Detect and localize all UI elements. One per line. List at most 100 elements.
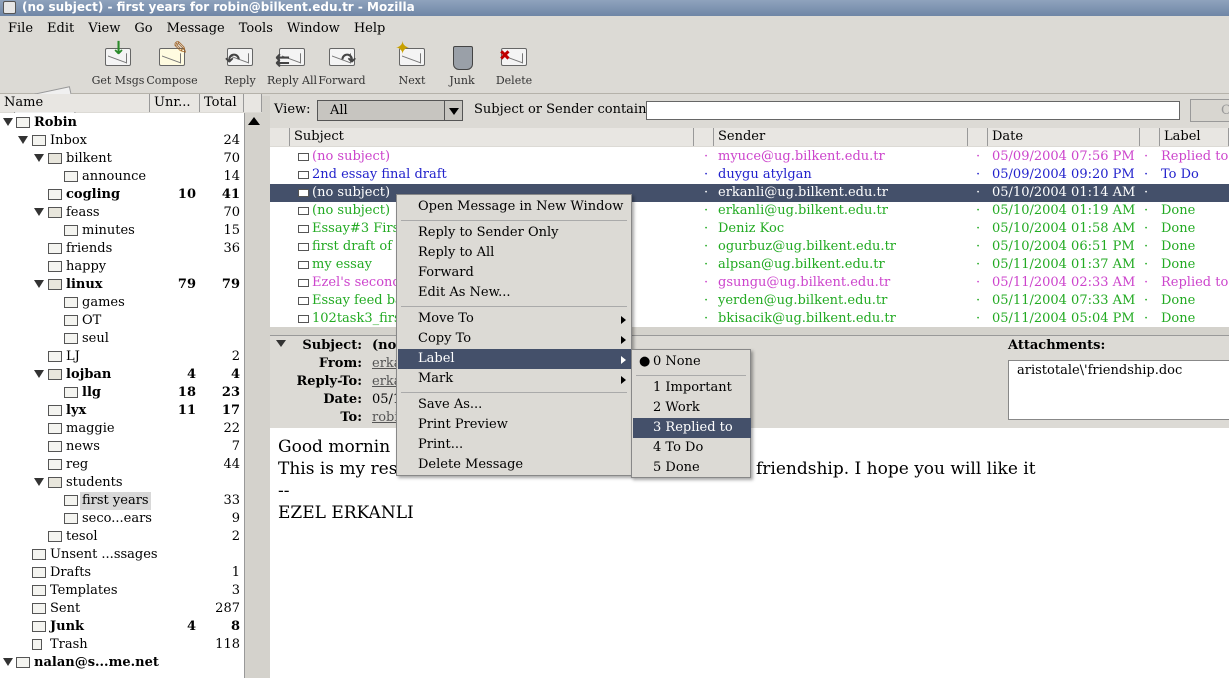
delete-button[interactable]: ✖ Delete [482,40,546,87]
menu-tools[interactable]: Tools [239,21,273,36]
menu-copy-to[interactable]: Copy To [398,329,632,349]
compose-button[interactable]: ✎ Compose [140,38,204,87]
folder-row[interactable]: happy [0,258,244,276]
label-column[interactable]: Label [1160,128,1229,146]
menu-forward[interactable]: Forward [398,263,632,283]
menu-print-preview[interactable]: Print Preview [398,415,632,435]
menu-edit[interactable]: Edit [47,21,74,36]
folder-row[interactable]: tesol 2 [0,528,244,546]
twisty-open-icon[interactable] [3,658,13,666]
label-work-item[interactable]: 2 Work [633,398,751,418]
attachment-column-icon[interactable] [694,128,714,146]
folder-row[interactable]: news 7 [0,438,244,456]
menu-edit-as-new[interactable]: Edit As New... [398,283,632,303]
menu-move-to[interactable]: Move To [398,309,632,329]
folder-pane-header: Name Unr... Total [0,94,262,112]
label-important-item[interactable]: 1 Important [633,378,751,398]
menu-save-as[interactable]: Save As... [398,395,632,415]
folder-name: cogling [66,187,121,202]
label-done-item[interactable]: 5 Done [633,458,751,478]
thread-column-icon[interactable] [270,128,290,146]
scroll-up-icon[interactable] [248,117,260,125]
folder-total: 1 [231,565,240,580]
twisty-open-icon[interactable] [34,208,44,216]
folder-row[interactable]: cogling 10 41 [0,186,244,204]
folder-row[interactable]: bilkent 70 [0,150,244,168]
folder-row[interactable]: Unsent ...ssages [0,546,244,564]
label-replied-to-item[interactable]: 3 Replied to [633,418,751,438]
folder-unread-column[interactable]: Unr... [150,94,200,112]
folder-row[interactable]: minutes 15 [0,222,244,240]
subject-column[interactable]: Subject [290,128,694,146]
menu-delete-message[interactable]: Delete Message [398,455,632,475]
label-to-do-item[interactable]: 4 To Do [633,438,751,458]
date-column[interactable]: Date [988,128,1140,146]
twisty-open-icon[interactable] [34,280,44,288]
folder-row[interactable]: Trash 118 [0,636,244,654]
folder-row[interactable]: announce 14 [0,168,244,186]
view-select[interactable]: All [317,100,463,121]
menu-reply-sender-only[interactable]: Reply to Sender Only [398,223,632,243]
column-picker-icon[interactable] [244,94,262,112]
menu-mark[interactable]: Mark [398,369,632,389]
pane-splitter[interactable] [262,96,270,678]
folder-row[interactable]: games [0,294,244,312]
folder-row[interactable]: lyx 11 17 [0,402,244,420]
twisty-open-icon[interactable] [18,136,28,144]
menu-go[interactable]: Go [134,21,152,36]
clear-button[interactable]: Cl [1190,99,1229,122]
folder-row-selected[interactable]: first years 33 [0,492,244,510]
folder-row[interactable]: seul [0,330,244,348]
forward-button[interactable]: ↷ Forward [310,40,374,87]
folder-row[interactable]: OT [0,312,244,330]
twisty-open-icon[interactable] [34,370,44,378]
read-column-icon[interactable] [968,128,988,146]
flag-column-icon[interactable] [1140,128,1160,146]
window-menu-icon[interactable] [3,1,16,14]
folder-row[interactable]: feass 70 [0,204,244,222]
menu-print[interactable]: Print... [398,435,632,455]
folder-row[interactable]: Sent 287 [0,600,244,618]
twisty-open-icon[interactable] [3,118,13,126]
folder-row[interactable]: seco...ears 9 [0,510,244,528]
folder-row[interactable]: Inbox 24 [0,132,244,150]
folder-icon [48,261,62,272]
folder-row[interactable]: friends 36 [0,240,244,258]
folder-row[interactable]: Robin [0,114,244,132]
folder-row[interactable]: maggie 22 [0,420,244,438]
menu-label[interactable]: Label [398,349,632,369]
message-row[interactable]: 2nd essay final draft · duygu atylgan · 05/0… [270,166,1229,184]
folder-name-column[interactable]: Name [0,94,150,112]
folder-name: happy [66,259,107,274]
menu-reply-to-all[interactable]: Reply to All [398,243,632,263]
folder-row[interactable]: llg 18 23 [0,384,244,402]
folder-row[interactable]: lojban 4 4 [0,366,244,384]
menu-window[interactable]: Window [287,21,340,36]
to-header-value[interactable]: robi [372,410,399,425]
search-input[interactable] [646,101,1180,120]
menu-file[interactable]: File [8,21,33,36]
menu-view[interactable]: View [88,21,120,36]
folder-row[interactable]: Junk 4 8 [0,618,244,636]
message-row[interactable]: (no subject) · myuce@ug.bilkent.edu.tr · 05/… [270,148,1229,166]
folder-total-column[interactable]: Total [200,94,244,112]
folder-row[interactable]: Templates 3 [0,582,244,600]
menu-open-new-window[interactable]: Open Message in New Window [398,197,632,217]
twisty-open-icon[interactable] [34,154,44,162]
folder-row[interactable]: nalan@s...me.net [0,654,244,672]
folder-row[interactable]: reg 44 [0,456,244,474]
folder-row[interactable]: LJ 2 [0,348,244,366]
twisty-open-icon[interactable] [34,478,44,486]
folder-row[interactable]: linux 79 79 [0,276,244,294]
folder-scrollbar[interactable] [244,113,262,678]
menu-help[interactable]: Help [354,21,386,36]
attachment-item[interactable]: aristotale\'friendship.doc [1017,363,1229,378]
folder-row[interactable]: Drafts 1 [0,564,244,582]
folder-name: minutes [82,223,135,238]
chevron-down-icon[interactable] [444,101,462,120]
sender-column[interactable]: Sender [714,128,968,146]
label-none-item[interactable]: ● 0 None [633,352,751,372]
folder-row[interactable]: students [0,474,244,492]
folder-total: 14 [223,169,240,184]
menu-message[interactable]: Message [167,21,225,36]
